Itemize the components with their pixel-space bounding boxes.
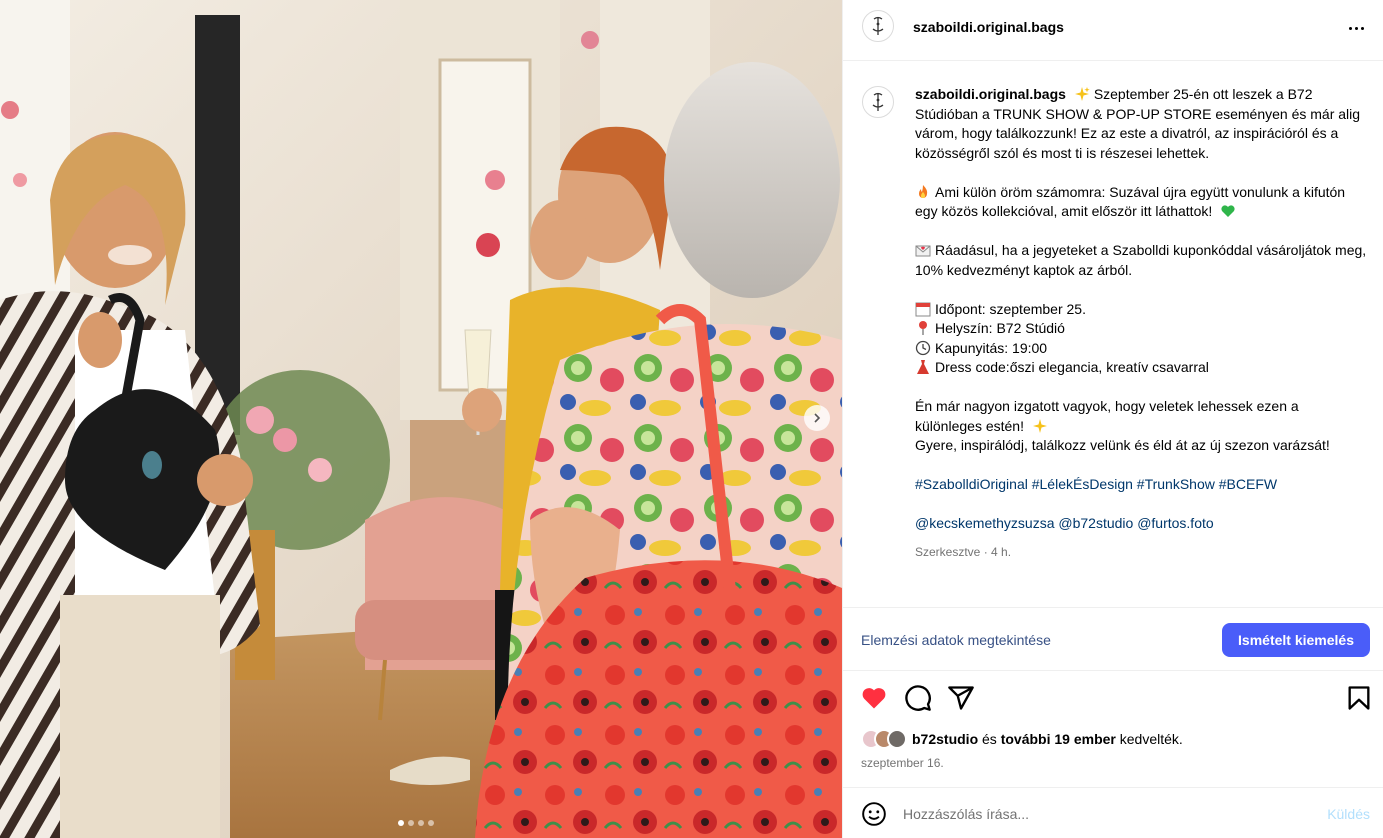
event-date: Időpont: szeptember 25. bbox=[935, 300, 1086, 317]
caption-section: szaboildi.original.bags Szeptember 25-én… bbox=[843, 62, 1383, 607]
sparkles-icon bbox=[1074, 87, 1090, 101]
post-side-panel: szaboildi.original.bags szaboildi.origin… bbox=[842, 0, 1383, 838]
more-options-button[interactable] bbox=[1344, 16, 1368, 40]
insights-bar: Elemzési adatok megtekintése Ismételt ki… bbox=[843, 607, 1383, 671]
caption-paragraph: Ami külön öröm számomra: Suzával újra eg… bbox=[915, 183, 1346, 220]
caption-username[interactable]: szaboildi.original.bags bbox=[915, 86, 1066, 102]
likes-count-link[interactable]: további 19 ember bbox=[1001, 731, 1116, 747]
likes-suffix: kedvelték. bbox=[1119, 731, 1183, 747]
instagram-post: szaboildi.original.bags szaboildi.origin… bbox=[0, 0, 1383, 838]
caption-meta: Szerkesztve · 4 h. bbox=[915, 545, 1012, 559]
carousel-indicators bbox=[398, 820, 434, 826]
hashtags[interactable]: #SzabolldiOriginal #LélekÉsDesign #Trunk… bbox=[915, 476, 1277, 492]
fire-icon bbox=[919, 184, 928, 198]
action-icons bbox=[843, 684, 1383, 714]
pushpin-icon bbox=[919, 321, 927, 335]
emoji-picker-icon[interactable] bbox=[861, 801, 887, 827]
comment-bar: Küldés bbox=[843, 787, 1383, 838]
avatar[interactable] bbox=[862, 10, 894, 42]
avatar[interactable] bbox=[862, 86, 894, 118]
carousel-next-button[interactable] bbox=[804, 405, 830, 431]
caption-paragraph: Gyere, inspirálódj, találkozz velünk és … bbox=[915, 437, 1330, 453]
post-date[interactable]: szeptember 16. bbox=[861, 756, 944, 770]
carousel-dot bbox=[428, 820, 434, 826]
dress-icon bbox=[917, 360, 929, 374]
caption-paragraph: Ráadásul, ha a jegyeteket a Szabolldi ku… bbox=[915, 242, 1367, 278]
clock-icon bbox=[915, 340, 931, 355]
heart-icon[interactable] bbox=[860, 684, 888, 712]
event-place: Helyszín: B72 Stúdió bbox=[935, 320, 1065, 336]
event-doors: Kapunyitás: 19:00 bbox=[935, 339, 1048, 356]
green-heart-icon bbox=[1221, 205, 1235, 217]
bookmark-icon[interactable] bbox=[1345, 684, 1373, 712]
avatar bbox=[887, 729, 907, 749]
mentions[interactable]: @kecskemethyzsuzsa @b72studio @furtos.fo… bbox=[915, 515, 1214, 531]
carousel-dot bbox=[398, 820, 404, 826]
event-photo bbox=[0, 0, 842, 838]
brand-logo-icon bbox=[872, 16, 884, 35]
post-username[interactable]: szaboildi.original.bags bbox=[913, 19, 1064, 35]
likes-summary: b72studio és további 19 ember kedvelték. bbox=[861, 729, 1183, 749]
post-photo[interactable] bbox=[0, 0, 842, 838]
event-dress-code: Dress code:őszi elegancia, kreatív csava… bbox=[935, 359, 1209, 375]
boost-again-button[interactable]: Ismételt kiemelés bbox=[1222, 623, 1370, 657]
more-horizontal-icon bbox=[1348, 26, 1352, 30]
post-caption: szaboildi.original.bags Szeptember 25-én… bbox=[915, 85, 1367, 563]
chevron-right-icon bbox=[814, 413, 821, 423]
calendar-icon bbox=[915, 302, 931, 316]
send-comment-button[interactable]: Küldés bbox=[1327, 806, 1370, 822]
comment-icon[interactable] bbox=[904, 684, 932, 712]
brand-logo-icon bbox=[872, 92, 884, 111]
comment-input[interactable] bbox=[903, 803, 1303, 825]
sparkles-icon bbox=[1032, 418, 1047, 433]
likes-connector: és bbox=[982, 731, 997, 747]
post-header: szaboildi.original.bags bbox=[843, 0, 1383, 61]
view-insights-link[interactable]: Elemzési adatok megtekintése bbox=[861, 632, 1051, 648]
share-icon[interactable] bbox=[947, 684, 975, 712]
caption-paragraph: Én már nagyon izgatott vagyok, hogy vele… bbox=[915, 398, 1299, 434]
liked-by-user[interactable]: b72studio bbox=[912, 731, 978, 747]
carousel-dot bbox=[418, 820, 424, 826]
love-letter-icon bbox=[915, 245, 931, 257]
carousel-dot bbox=[408, 820, 414, 826]
